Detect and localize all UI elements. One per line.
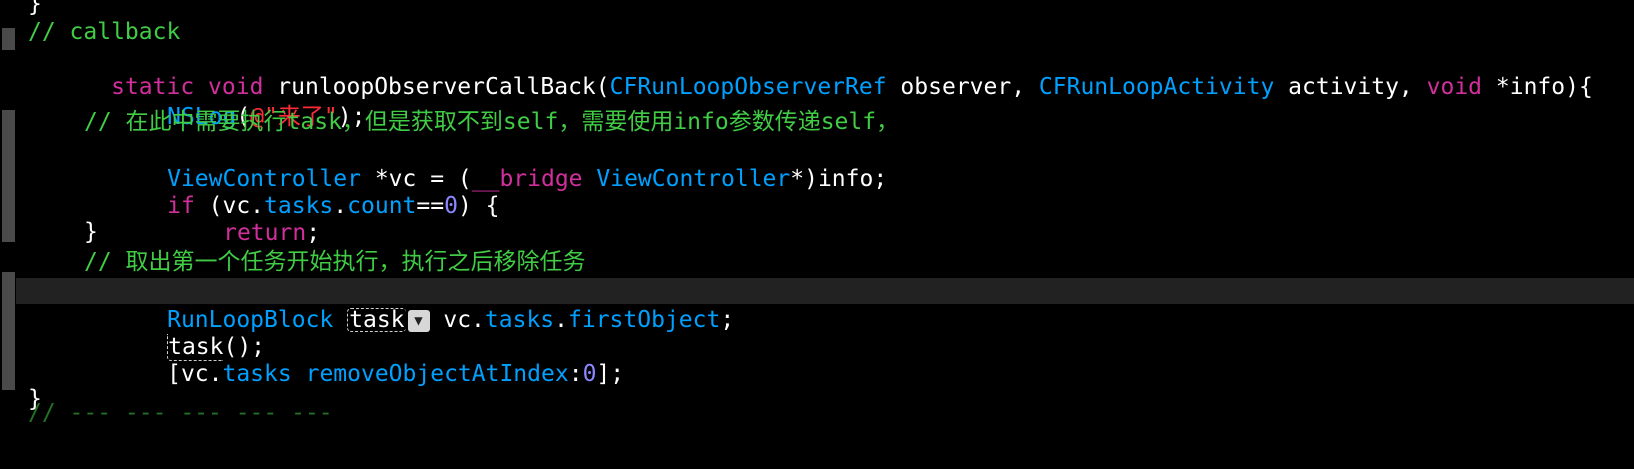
property-name: tasks <box>222 361 292 387</box>
comment-text: // 取出第一个任务开始执行，执行之后移除任务 <box>84 249 586 275</box>
comment-text: // 在此中需要执行task，但是获取不到self，需要使用info参数传递se… <box>84 109 900 135</box>
editor-gutter <box>0 0 16 434</box>
code-line[interactable]: // 取出第一个任务开始执行，执行之后移除任务 <box>16 248 1634 276</box>
code-line[interactable]: // callback <box>16 18 1634 46</box>
current-code-line[interactable]: RunLoopBlock task ▼ vc.tasks.firstObject; <box>16 278 1634 333</box>
code-line[interactable]: [vc.tasks removeObjectAtIndex:0]; <box>16 332 1634 387</box>
code-line[interactable]: } <box>16 218 1634 246</box>
gutter-change-bar <box>2 272 15 390</box>
code-text: ]; <box>596 361 625 387</box>
code-line[interactable]: if (vc.tasks.count==0) { <box>16 164 1634 219</box>
code-text: } <box>84 219 98 245</box>
code-line[interactable]: task(); <box>16 305 1634 361</box>
code-text: } <box>28 0 42 17</box>
code-line[interactable]: } <box>16 0 1634 18</box>
code-line[interactable]: ViewController *vc = (__bridge ViewContr… <box>16 137 1634 192</box>
comment-text: // callback <box>28 19 181 45</box>
code-line[interactable]: static void runloopObserverCallBack(CFRu… <box>16 45 1634 100</box>
code-line[interactable]: // 在此中需要执行task，但是获取不到self，需要使用info参数传递se… <box>16 108 1634 136</box>
method-name: removeObjectAtIndex <box>305 361 569 387</box>
code-text: : <box>568 361 583 387</box>
number-literal: 0 <box>582 361 597 387</box>
code-line[interactable]: return; <box>16 191 1634 246</box>
code-line[interactable]: NSLog(@"来了"); <box>16 75 1634 130</box>
code-text: [vc. <box>167 361 223 387</box>
gutter-change-bar <box>2 28 15 50</box>
gutter-change-bar <box>2 110 15 242</box>
code-editor[interactable]: } // callback static void runloopObserve… <box>16 0 1634 434</box>
partial-next-line: // --- --- --- --- --- <box>28 400 333 426</box>
